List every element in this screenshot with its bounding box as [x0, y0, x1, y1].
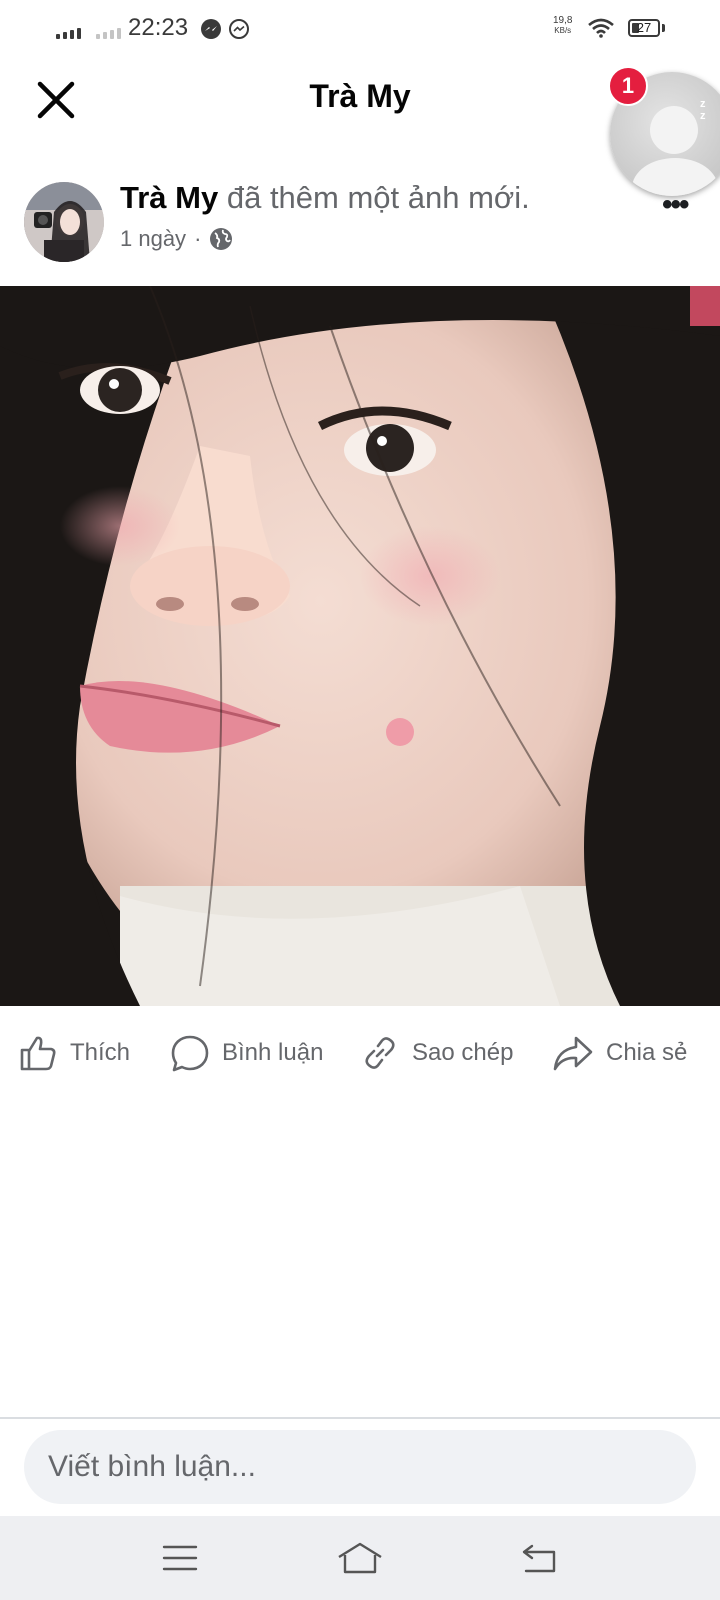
network-speed-unit: KB/s	[554, 26, 572, 35]
battery-cap	[662, 24, 665, 32]
like-icon	[20, 1036, 56, 1071]
sleep-icon: zz	[700, 98, 706, 122]
comment-divider	[0, 1417, 720, 1419]
post-meta: 1 ngày ·	[120, 226, 233, 252]
status-time: 22:23	[128, 14, 189, 41]
author-avatar[interactable]	[24, 182, 104, 262]
page-title: Trà My	[309, 78, 411, 114]
share-button[interactable]: Chia sẻ	[552, 1018, 687, 1088]
globe-icon	[210, 228, 233, 250]
post-headline: Trà My đã thêm một ảnh mới.	[120, 180, 530, 216]
post-action-text: đã thêm một ảnh mới.	[226, 180, 530, 215]
recent-apps-button[interactable]	[140, 1532, 220, 1584]
comment-icon	[171, 1035, 209, 1072]
chat-head-avatar-head	[650, 106, 698, 154]
comment-label: Bình luận	[222, 1039, 324, 1066]
network-speed: 19,8 KB/s	[553, 16, 572, 36]
avatar-image	[24, 182, 104, 262]
messenger-icon	[201, 19, 221, 39]
network-speed-value: 19,8	[553, 15, 573, 26]
signal-icon	[56, 28, 81, 39]
comment-button[interactable]: Bình luận	[170, 1018, 323, 1088]
close-button[interactable]	[32, 72, 80, 128]
post-time[interactable]: 1 ngày	[120, 226, 186, 252]
selfie-image	[0, 286, 720, 1006]
post-actions: Thích Bình luận Sao chép Chia sẻ	[0, 1018, 720, 1088]
link-icon	[365, 1037, 395, 1069]
author-name[interactable]: Trà My	[120, 180, 218, 215]
comment-input[interactable]	[24, 1430, 696, 1504]
back-button[interactable]	[500, 1532, 580, 1584]
signal-icon-sim2	[96, 28, 121, 39]
home-button[interactable]	[320, 1532, 400, 1584]
messenger-outline-icon	[229, 19, 249, 39]
copy-link-button[interactable]: Sao chép	[360, 1018, 513, 1088]
like-label: Thích	[70, 1039, 131, 1066]
back-icon	[522, 1544, 556, 1573]
like-button[interactable]: Thích	[18, 1018, 130, 1088]
battery-level: 27	[636, 20, 652, 35]
close-icon	[37, 81, 75, 119]
home-icon	[338, 1542, 382, 1574]
status-bar: 22:23 19,8 KB/s 27	[0, 0, 720, 58]
copy-label: Sao chép	[412, 1039, 514, 1066]
share-icon	[553, 1036, 593, 1071]
wifi-icon	[588, 18, 614, 38]
system-nav-bar	[0, 1516, 720, 1600]
meta-separator: ·	[194, 226, 202, 251]
notification-badge: 1	[608, 66, 648, 106]
post-photo[interactable]	[0, 286, 720, 1006]
more-options-button[interactable]: •••	[662, 188, 689, 222]
menu-icon	[162, 1545, 198, 1571]
share-label: Chia sẻ	[606, 1039, 688, 1066]
